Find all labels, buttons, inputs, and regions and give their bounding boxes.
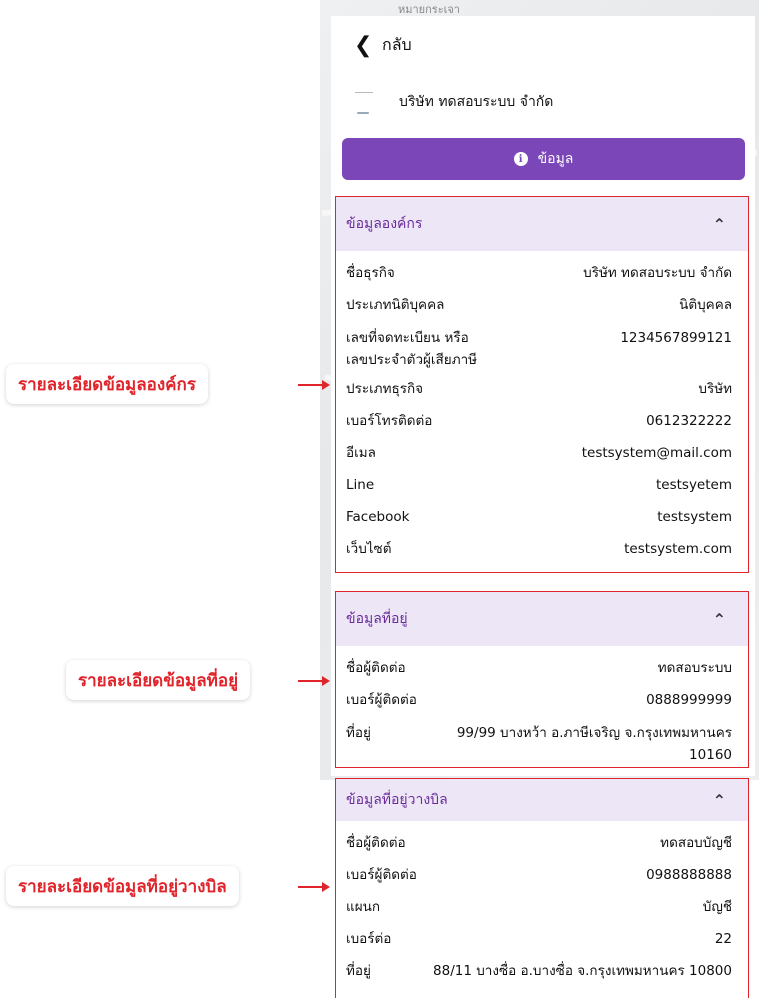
chevron-up-icon[interactable]: ⌃ (713, 215, 726, 234)
row-label: เบอร์ผู้ติดต่อ (346, 692, 417, 708)
row-label: ที่อยู่ (346, 725, 371, 741)
callout-billing: รายละเอียดข้อมูลที่อยู่วางบิล (6, 866, 239, 906)
info-row: เบอร์ต่อ 22 (346, 923, 732, 955)
row-label: Line (346, 477, 375, 493)
row-label: ประเภทนิติบุคคล (346, 297, 445, 313)
info-icon: i (513, 152, 528, 166)
row-value: บริษัท (698, 381, 732, 397)
row-label: เบอร์โทรติดต่อ (346, 413, 433, 429)
row-value: นิติบุคคล (679, 297, 732, 313)
row-label: ชื่อผู้ติดต่อ (346, 660, 406, 676)
callout-arrow (298, 882, 330, 892)
section-address: ข้อมูลที่อยู่ ⌃ ชื่อผู้ติดต่อ ทดสอบระบบ … (335, 591, 749, 768)
row-value: testsyetem (655, 477, 732, 493)
row-value: testsystem.com (624, 541, 732, 557)
info-row: เบอร์ผู้ติดต่อ 0988888888 (346, 859, 732, 891)
row-label: ชื่อธุรกิจ (346, 265, 395, 281)
info-row: เบอร์โทรติดต่อ 0612322222 (346, 405, 732, 437)
info-row: Line testsyetem (346, 469, 732, 501)
row-label: ที่อยู่ (346, 963, 371, 979)
row-label: Facebook (346, 509, 410, 525)
row-label: เบอร์ผู้ติดต่อ (346, 867, 417, 883)
back-button[interactable]: ❮ กลับ (354, 30, 412, 60)
row-value: ทดสอบบัญชี (660, 835, 732, 851)
row-value: ทดสอบระบบ (657, 660, 732, 676)
section-organization: ข้อมูลองค์กร ⌃ ชื่อธุรกิจ บริษัท ทดสอบระ… (335, 196, 749, 573)
info-row: ชื่อผู้ติดต่อ ทดสอบบัญชี (346, 827, 732, 859)
callout-arrow (298, 676, 330, 686)
row-value: testsystem@mail.com (581, 445, 732, 461)
row-value: 88/11 บางซื่อ อ.บางซื่อ จ.กรุงเทพมหานคร … (433, 963, 732, 979)
company-logo (345, 86, 381, 118)
section-title: ข้อมูลที่อยู่วางบิล (346, 792, 448, 808)
section-title: ข้อมูลที่อยู่ (346, 611, 408, 627)
info-row: Facebook testsystem (346, 501, 732, 533)
chevron-up-icon[interactable]: ⌃ (713, 791, 726, 810)
row-value: 0612322222 (646, 413, 732, 429)
info-row: อีเมล testsystem@mail.com (346, 437, 732, 469)
row-value: testsystem (657, 509, 732, 525)
section-billing-address: ข้อมูลที่อยู่วางบิล ⌃ ชื่อผู้ติดต่อ ทดสอ… (335, 778, 749, 998)
company-header: บริษัท ทดสอบระบบ จำกัด (345, 86, 553, 118)
row-value: 0988888888 (646, 867, 732, 883)
section-organization-header[interactable]: ข้อมูลองค์กร ⌃ (336, 197, 748, 251)
section-address-header[interactable]: ข้อมูลที่อยู่ ⌃ (336, 592, 748, 646)
info-row: เว็บไซต์ testsystem.com (346, 533, 732, 565)
callout-arrow (298, 380, 330, 390)
callout-organization: รายละเอียดข้อมูลองค์กร (6, 364, 208, 404)
info-row: ที่อยู่ 99/99 บางหว้า อ.ภาษีเจริญ จ.กรุง… (346, 716, 732, 768)
info-row: ที่อยู่ 88/11 บางซื่อ อ.บางซื่อ จ.กรุงเท… (346, 955, 732, 987)
info-tab-button[interactable]: i ข้อมูล (342, 138, 745, 180)
row-value: บัญชี (702, 899, 732, 915)
info-row: ประเภทนิติบุคคล นิติบุคคล (346, 289, 732, 321)
row-label: แผนก (346, 899, 381, 915)
row-label: อีเมล (346, 445, 376, 461)
row-value: บริษัท ทดสอบระบบ จำกัด (583, 265, 732, 281)
back-label: กลับ (382, 34, 412, 54)
info-button-label: ข้อมูล (537, 151, 574, 167)
row-label: ชื่อผู้ติดต่อ (346, 835, 406, 851)
row-label: เบอร์ต่อ (346, 931, 392, 947)
row-label: เลขที่จดทะเบียน หรือ เลขประจำตัวผู้เสียภ… (346, 330, 478, 368)
info-row: ชื่อธุรกิจ บริษัท ทดสอบระบบ จำกัด (346, 257, 732, 289)
row-value: 22 (714, 931, 732, 947)
info-row: ประเภทธุรกิจ บริษัท (346, 373, 732, 405)
company-name: บริษัท ทดสอบระบบ จำกัด (399, 94, 554, 110)
row-value: 99/99 บางหว้า อ.ภาษีเจริญ จ.กรุงเทพมหานค… (456, 725, 732, 763)
info-row: แผนก บัญชี (346, 891, 732, 923)
info-row: เลขที่จดทะเบียน หรือ เลขประจำตัวผู้เสียภ… (346, 321, 732, 373)
row-label: ประเภทธุรกิจ (346, 381, 424, 397)
info-row: เบอร์ผู้ติดต่อ 0888999999 (346, 684, 732, 716)
section-title: ข้อมูลองค์กร (346, 216, 423, 232)
chevron-up-icon[interactable]: ⌃ (713, 610, 726, 629)
info-row: ชื่อผู้ติดต่อ ทดสอบระบบ (346, 652, 732, 684)
callout-address: รายละเอียดข้อมูลที่อยู่ (66, 660, 251, 700)
section-billing-header[interactable]: ข้อมูลที่อยู่วางบิล ⌃ (336, 779, 748, 821)
row-label: เว็บไซต์ (346, 541, 392, 557)
chevron-left-icon: ❮ (354, 32, 373, 58)
row-value: 1234567899121 (620, 330, 732, 346)
row-value: 0888999999 (646, 692, 732, 708)
